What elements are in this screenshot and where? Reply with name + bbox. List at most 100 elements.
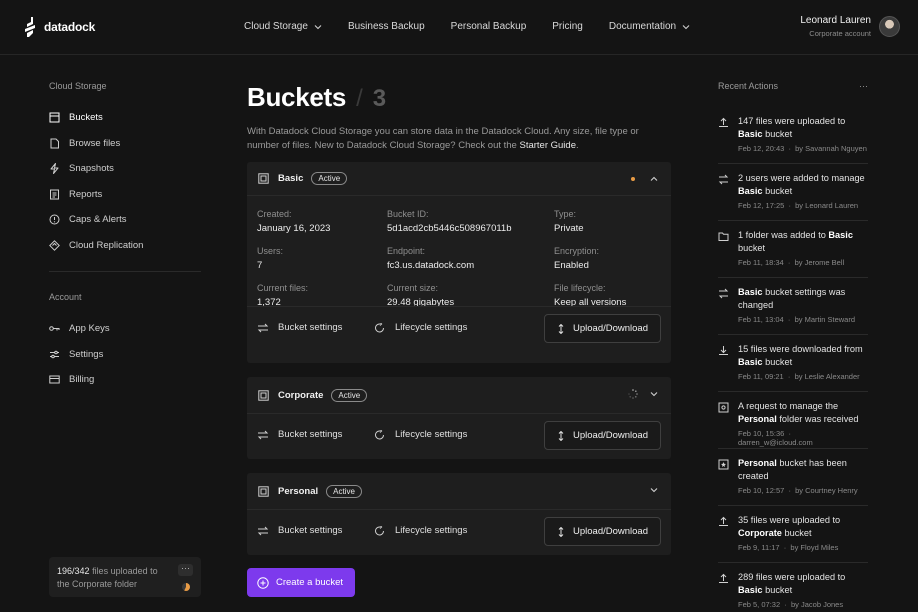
title-separator: / (356, 85, 363, 112)
bucket-settings-button[interactable]: Bucket settings (257, 322, 342, 333)
sidebar-item-browse-files[interactable]: Browse files (49, 131, 201, 157)
action-bucket: Corporate (738, 528, 782, 538)
sidebar-item-app-keys[interactable]: App Keys (49, 316, 201, 342)
recent-action-text: 2 users were added to manage Basic bucke… (738, 172, 868, 198)
avatar[interactable] (879, 16, 900, 37)
sidebar-item-settings[interactable]: Settings (49, 342, 201, 368)
swap-icon (257, 430, 269, 439)
recent-actions-panel: Recent Actions ··· (718, 81, 868, 91)
detail-label: Current size: (387, 283, 439, 293)
swap-icon (257, 526, 269, 535)
bolt-icon (50, 163, 59, 175)
action-post: folder was received (779, 414, 859, 424)
alert-icon (49, 214, 60, 225)
bucket-card-basic: Basic Active Created: January 16, 2023 B… (247, 162, 671, 363)
action-pre: 289 files were uploaded to (738, 572, 846, 582)
chevron-down-icon[interactable] (649, 389, 659, 399)
detail-label: Current files: (257, 283, 309, 293)
nav-label: Documentation (608, 21, 677, 32)
upload-download-button[interactable]: Upload/Download (544, 517, 661, 546)
action-date: Feb 5, 07:32 (738, 600, 781, 609)
create-bucket-button[interactable]: Create a bucket (247, 568, 355, 597)
button-label: Create a bucket (276, 577, 344, 588)
replication-icon (49, 239, 60, 251)
action-label: Bucket settings (278, 525, 343, 536)
detail-label: Encryption: (554, 246, 600, 256)
sidebar-item-snapshots[interactable]: Snapshots (49, 156, 201, 182)
action-author: by Martin Steward (794, 315, 856, 324)
detail-endpoint: Endpoint: fc3.us.datadock.com (387, 246, 474, 271)
lifecycle-settings-button[interactable]: Lifecycle settings (374, 429, 467, 440)
nav-label: Business Backup (347, 21, 425, 32)
recent-action-item[interactable]: 1 folder was added to Basic bucket Feb 11… (718, 229, 868, 278)
action-post: bucket (765, 186, 793, 196)
sidebar-item-reports[interactable]: Reports (49, 182, 201, 208)
bucket-settings-button[interactable]: Bucket settings (257, 429, 342, 440)
brand-name: datadock (44, 20, 96, 34)
nav-business-backup[interactable]: Business Backup (348, 21, 425, 32)
sidebar-item-cloud-replication[interactable]: Cloud Replication (49, 233, 201, 259)
recent-action-item[interactable]: 15 files were downloaded from Basic buck… (718, 343, 868, 392)
bucket-header[interactable]: Personal Active (247, 473, 671, 509)
more-options-button[interactable]: ··· (178, 564, 193, 576)
recent-action-item[interactable]: 147 files were uploaded to Basic bucket F… (718, 115, 868, 164)
button-label: Upload/Download (573, 430, 648, 441)
recent-action-text: 147 files were uploaded to Basic bucket (738, 115, 868, 141)
detail-type: Type: Private (554, 209, 584, 234)
action-bucket: Basic (738, 129, 763, 139)
recent-action-text: 1 folder was added to Basic bucket (738, 229, 868, 255)
detail-bucket-id: Bucket ID: 5d1acd2cb5446c508967011b (387, 209, 512, 234)
sidebar-item-label: Browse files (69, 137, 121, 149)
key-icon (49, 326, 60, 332)
recent-action-item[interactable]: 35 files were uploaded to Corporate buck… (718, 514, 868, 563)
bucket-header[interactable]: Basic Active (247, 162, 671, 195)
upload-icon (719, 573, 728, 583)
detail-value: January 16, 2023 (257, 223, 331, 234)
action-label: Lifecycle settings (395, 525, 468, 536)
nav-personal-backup[interactable]: Personal Backup (451, 21, 527, 32)
bucket-header[interactable]: Corporate Active (247, 377, 671, 413)
nav-documentation[interactable]: Documentation (609, 21, 690, 32)
upload-download-button[interactable]: Upload/Download (544, 314, 661, 343)
recent-action-item[interactable]: Personal bucket has been created Feb 10, … (718, 457, 868, 506)
nav-label: Cloud Storage (244, 21, 308, 32)
action-date: Feb 11, 09:21 (738, 372, 784, 381)
lifecycle-icon (375, 525, 384, 535)
detail-current-files: Current files: 1,372 (257, 283, 308, 308)
bucket-details: Created: January 16, 2023 Bucket ID: 5d1… (247, 195, 671, 308)
bucket-count: 3 (372, 85, 387, 112)
nav-cloud-storage[interactable]: Cloud Storage (244, 21, 322, 32)
bucket-icon (258, 173, 269, 184)
user-menu[interactable]: Leonard Lauren Corporate account (800, 15, 900, 38)
chevron-down-icon[interactable] (649, 485, 659, 495)
recent-action-item[interactable]: A request to manage the Personal folder … (718, 400, 868, 449)
loading-spinner-icon (628, 389, 638, 399)
sidebar-item-caps-alerts[interactable]: Caps & Alerts (49, 207, 201, 233)
sidebar-item-label: Reports (69, 188, 103, 200)
chevron-up-icon[interactable] (649, 174, 659, 184)
recent-action-meta: Feb 11, 09:21 · by Leslie Alexander (738, 372, 860, 381)
action-bucket: Basic (738, 357, 763, 367)
activity-dot-icon (631, 177, 635, 181)
brand-logo[interactable]: datadock (24, 16, 95, 38)
nav-pricing[interactable]: Pricing (552, 21, 583, 32)
recent-action-item[interactable]: 289 files were uploaded to Basic bucket F… (718, 571, 868, 612)
action-bucket: Basic (738, 585, 763, 595)
billing-icon (49, 375, 60, 384)
more-options-button[interactable]: ··· (859, 81, 868, 91)
recent-action-item[interactable]: Basic bucket settings was changed Feb 11,… (718, 286, 868, 335)
lifecycle-settings-button[interactable]: Lifecycle settings (374, 525, 467, 536)
upload-status-card[interactable]: 196/342 files uploaded to the Corporate … (49, 557, 201, 597)
action-label: Lifecycle settings (395, 322, 468, 333)
recent-action-item[interactable]: 2 users were added to manage Basic bucke… (718, 172, 868, 221)
upload-download-button[interactable]: Upload/Download (544, 421, 661, 450)
sidebar-item-billing[interactable]: Billing (49, 367, 201, 393)
upload-icon (719, 516, 728, 526)
intro-end: . (575, 140, 579, 151)
detail-label: Type: (554, 209, 577, 219)
bucket-name: Personal (278, 485, 319, 497)
bucket-settings-button[interactable]: Bucket settings (257, 525, 342, 536)
starter-guide-link[interactable]: Starter Guide (519, 140, 576, 151)
lifecycle-settings-button[interactable]: Lifecycle settings (374, 322, 467, 333)
sidebar-item-buckets[interactable]: Buckets (49, 105, 201, 131)
